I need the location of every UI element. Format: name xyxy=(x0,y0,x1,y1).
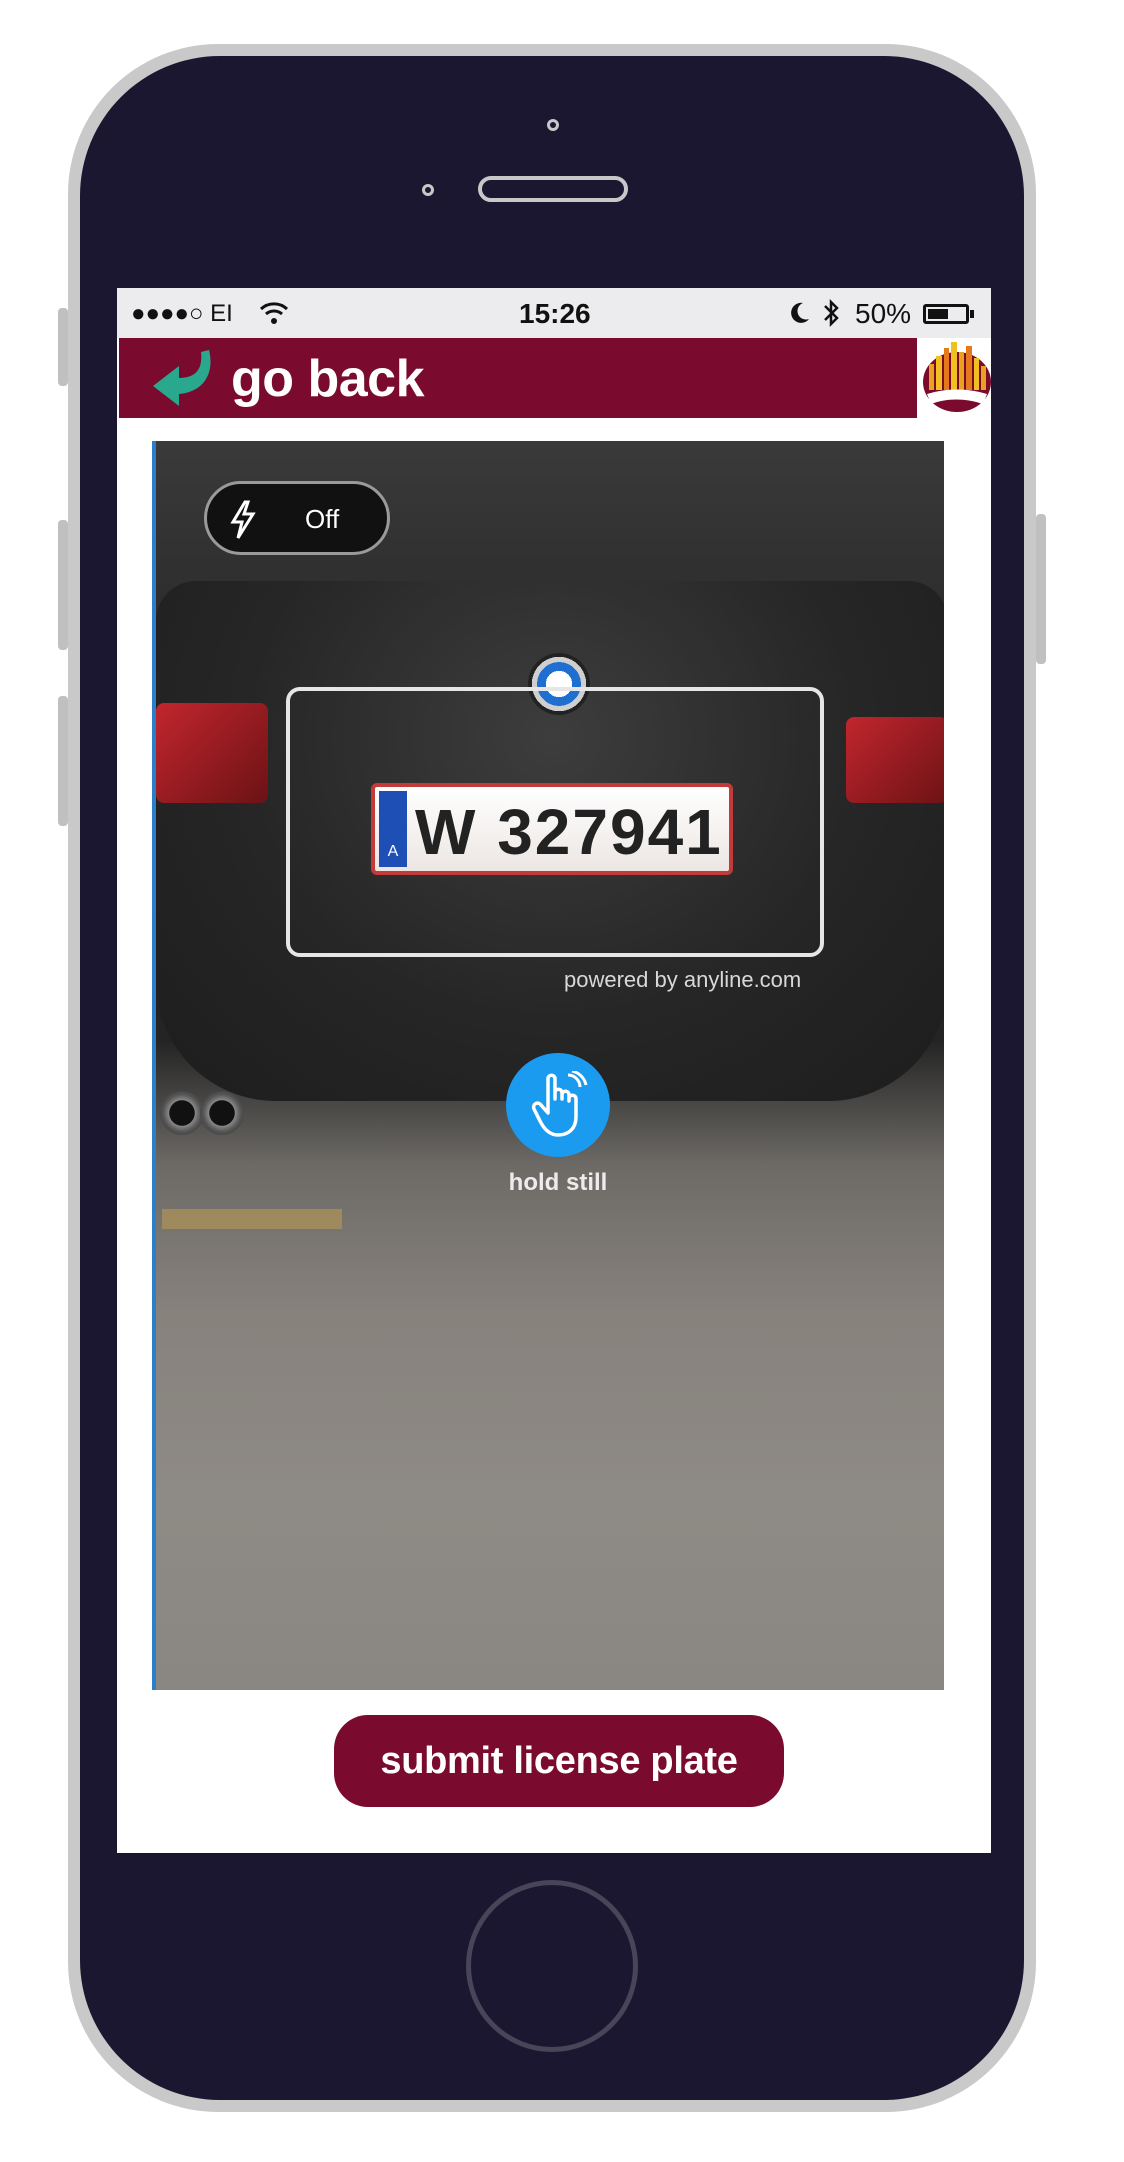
hand-tap-icon xyxy=(531,1071,588,1137)
return-arrow-icon xyxy=(153,350,211,406)
submit-license-plate-button[interactable]: submit license plate xyxy=(334,1715,784,1807)
go-back-button[interactable]: go back xyxy=(151,344,425,414)
license-plate: A W 327941 xyxy=(371,783,733,875)
plate-number: W 327941 xyxy=(415,796,723,868)
wifi-icon xyxy=(259,302,289,324)
left-taillight xyxy=(156,703,268,803)
camera-preview: Off A W 327941 powered by anyline.com ho… xyxy=(152,441,944,1690)
powered-by-label: powered by anyline.com xyxy=(564,967,802,992)
battery-tip xyxy=(970,310,974,318)
hold-still-label: hold still xyxy=(508,1169,608,1196)
exhaust-pipe-left xyxy=(160,1091,204,1135)
app-header: go back xyxy=(119,338,917,418)
lightning-icon xyxy=(230,500,256,539)
plate-country: A xyxy=(387,843,399,860)
right-taillight xyxy=(846,717,944,803)
status-time: 15:26 xyxy=(519,298,591,329)
front-camera xyxy=(547,119,559,131)
torch-toggle[interactable]: Off xyxy=(204,481,390,555)
screen: ●●●●○ EI 15:26 50% go back Off A W 32794… xyxy=(117,288,991,1853)
hold-still-indicator xyxy=(506,1053,610,1157)
battery-icon xyxy=(923,304,969,324)
bluetooth-icon xyxy=(824,298,839,328)
torch-label: Off xyxy=(305,504,340,534)
parking-line xyxy=(162,1209,342,1229)
power-button xyxy=(1036,514,1046,664)
moon-icon xyxy=(791,302,809,323)
earpiece-speaker xyxy=(478,176,628,202)
go-back-label: go back xyxy=(231,350,425,408)
home-button[interactable] xyxy=(466,1880,638,2052)
signal-strength: ●●●●○ EI xyxy=(131,300,233,327)
volume-up-button xyxy=(58,520,68,650)
volume-down-button xyxy=(58,696,68,826)
status-bar: ●●●●○ EI 15:26 50% xyxy=(117,288,991,338)
city-skyline-logo xyxy=(917,338,991,418)
proximity-sensor xyxy=(422,184,434,196)
plate-country-strip: A xyxy=(379,791,407,867)
mute-switch xyxy=(58,308,68,386)
battery-percent: 50% xyxy=(855,298,912,329)
exhaust-pipe-right xyxy=(200,1091,244,1135)
